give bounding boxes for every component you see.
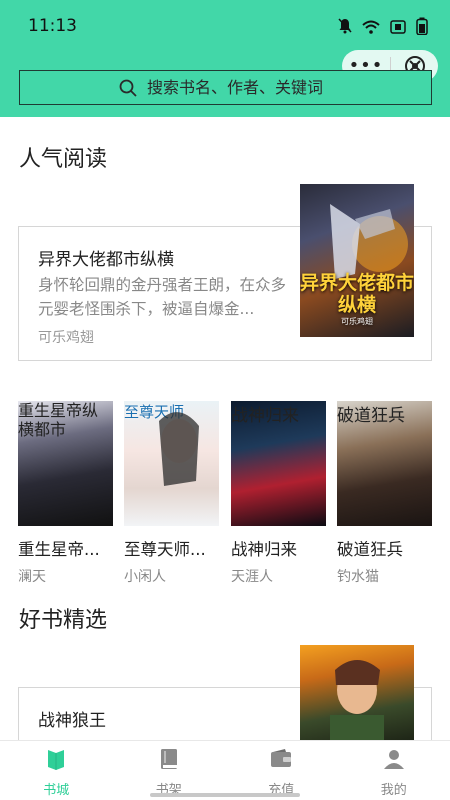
book-item[interactable]: 至尊天师 至尊天师... 小闲人: [124, 401, 219, 586]
tab-label: 书城: [43, 783, 70, 798]
search-icon: [119, 79, 137, 97]
book-item[interactable]: 破道狂兵 破道狂兵 钓水猫: [337, 401, 432, 586]
tab-book-city[interactable]: 书城: [0, 741, 113, 800]
sim-icon: [390, 19, 406, 38]
book-author: 天涯人: [231, 569, 273, 585]
cover-art: [159, 412, 199, 486]
book-city-icon: [44, 747, 68, 775]
tab-label: 我的: [380, 783, 407, 798]
featured-book-title: 异界大佬都市纵横: [38, 250, 174, 270]
book-cover: 重生星帝纵横都市: [18, 401, 113, 526]
status-icons: [338, 17, 428, 39]
book-cover-title: 战神归来: [231, 406, 299, 426]
tab-mine[interactable]: 我的: [338, 741, 450, 800]
featured-cover-title: 异界大佬都市纵横: [300, 272, 414, 316]
book-author: 小闲人: [124, 569, 166, 585]
status-time: 11:13: [28, 16, 77, 36]
bottom-tab-bar: 书城 书架 充值 我的: [0, 740, 450, 800]
book-author: 钓水猫: [337, 569, 379, 585]
search-bar[interactable]: [19, 70, 432, 105]
wallet-icon: [269, 747, 293, 775]
mute-icon: [338, 18, 352, 38]
featured-book-author: 可乐鸡翅: [38, 330, 94, 346]
section-title-selected: 好书精选: [19, 608, 108, 633]
featured-book-cover[interactable]: 异界大佬都市纵横 可乐鸡翅: [300, 184, 414, 337]
book-item[interactable]: 战神归来 战神归来 天涯人: [231, 401, 326, 586]
book-name: 战神归来: [231, 540, 297, 559]
bookshelf-icon: [157, 747, 181, 775]
wifi-icon: [362, 19, 380, 38]
book-name: 至尊天师...: [124, 540, 206, 559]
tab-recharge[interactable]: 充值: [225, 741, 338, 800]
featured-book-title: 战神狼王: [38, 711, 106, 731]
status-bar: 11:13: [0, 0, 450, 50]
featured-book-cover[interactable]: [300, 645, 414, 745]
tab-bookshelf[interactable]: 书架: [113, 741, 226, 800]
user-icon: [382, 747, 406, 775]
search-input[interactable]: [147, 78, 332, 97]
battery-icon: [416, 17, 428, 39]
cover-art: [330, 660, 384, 745]
book-cover: 破道狂兵: [337, 401, 432, 526]
book-cover-title: 破道狂兵: [337, 406, 405, 426]
header: 11:13 •••: [0, 0, 450, 117]
book-name: 破道狂兵: [337, 540, 403, 559]
featured-book-desc: 身怀轮回鼎的金丹强者王朗，在众多元婴老怪围杀下，被逼自爆金...: [38, 276, 287, 318]
book-cover: 至尊天师: [124, 401, 219, 526]
book-item[interactable]: 重生星帝纵横都市 重生星帝... 澜天: [18, 401, 113, 586]
book-author: 澜天: [18, 569, 46, 585]
section-title-popular: 人气阅读: [19, 147, 108, 172]
home-indicator[interactable]: [150, 793, 300, 797]
featured-cover-author: 可乐鸡翅: [341, 317, 373, 326]
book-cover-title: 重生星帝纵横都市: [18, 401, 99, 439]
book-name: 重生星帝...: [18, 540, 100, 559]
book-cover: 战神归来: [231, 401, 326, 526]
